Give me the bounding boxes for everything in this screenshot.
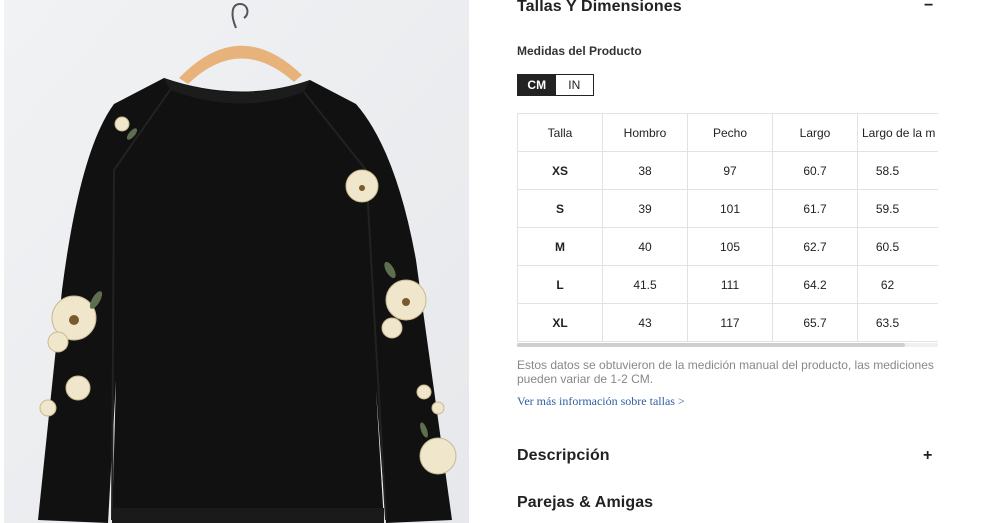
largo-manga-cell: 60.5: [857, 227, 938, 266]
table-row: XS 38 97 60.7 58.5: [517, 151, 938, 190]
largo-cell: 65.7: [772, 303, 858, 342]
largo-manga-cell: 59.5: [857, 189, 938, 228]
product-info-panel: Tallas Y Dimensiones − Medidas del Produ…: [517, 0, 1007, 523]
size-table: Talla Hombro Pecho Largo Largo de la m X…: [517, 113, 938, 342]
table-row: XL 43 117 65.7 63.5: [517, 303, 938, 342]
column-header-largo: Largo: [772, 113, 858, 152]
size-table-container[interactable]: Talla Hombro Pecho Largo Largo de la m X…: [517, 113, 938, 345]
sweatshirt-illustration: [4, 0, 469, 523]
hombro-cell: 41.5: [602, 265, 688, 304]
table-row: M 40 105 62.7 60.5: [517, 227, 938, 266]
pairs-section-title[interactable]: Parejas & Amigas: [517, 494, 653, 512]
more-size-info-link[interactable]: Ver más información sobre tallas >: [517, 394, 685, 409]
hombro-cell: 39: [602, 189, 688, 228]
size-cell: L: [517, 265, 603, 304]
pecho-cell: 105: [687, 227, 773, 266]
largo-cell: 60.7: [772, 151, 858, 190]
expand-icon[interactable]: +: [923, 447, 932, 465]
table-header-row: Talla Hombro Pecho Largo Largo de la m: [517, 113, 938, 152]
hombro-cell: 38: [602, 151, 688, 190]
hombro-cell: 43: [602, 303, 688, 342]
hombro-cell: 40: [602, 227, 688, 266]
product-measurements-subtitle: Medidas del Producto: [517, 44, 642, 58]
size-cell: M: [517, 227, 603, 266]
column-header-pecho: Pecho: [687, 113, 773, 152]
product-image[interactable]: [4, 0, 469, 523]
size-cell: XL: [517, 303, 603, 342]
description-section-title[interactable]: Descripción: [517, 447, 610, 465]
size-cell: XS: [517, 151, 603, 190]
table-row: L 41.5 111 64.2 62: [517, 265, 938, 304]
column-header-hombro: Hombro: [602, 113, 688, 152]
largo-manga-cell: 62: [857, 265, 938, 304]
table-horizontal-scrollbar[interactable]: [517, 343, 938, 347]
column-header-talla: Talla: [517, 113, 603, 152]
scrollbar-thumb[interactable]: [517, 343, 905, 347]
unit-cm-button[interactable]: CM: [518, 75, 556, 95]
largo-cell: 62.7: [772, 227, 858, 266]
unit-toggle: CM IN: [517, 74, 594, 96]
pecho-cell: 97: [687, 151, 773, 190]
collapse-icon[interactable]: −: [924, 0, 933, 15]
pecho-cell: 111: [687, 265, 773, 304]
largo-manga-cell: 63.5: [857, 303, 938, 342]
largo-cell: 64.2: [772, 265, 858, 304]
largo-cell: 61.7: [772, 189, 858, 228]
pecho-cell: 117: [687, 303, 773, 342]
unit-in-button[interactable]: IN: [555, 75, 593, 95]
table-row: S 39 101 61.7 59.5: [517, 189, 938, 228]
measurement-note: Estos datos se obtuvieron de la medición…: [517, 358, 934, 386]
size-section-title[interactable]: Tallas Y Dimensiones: [517, 0, 682, 16]
pecho-cell: 101: [687, 189, 773, 228]
column-header-largo-manga: Largo de la m: [857, 113, 938, 152]
size-cell: S: [517, 189, 603, 228]
largo-manga-cell: 58.5: [857, 151, 938, 190]
